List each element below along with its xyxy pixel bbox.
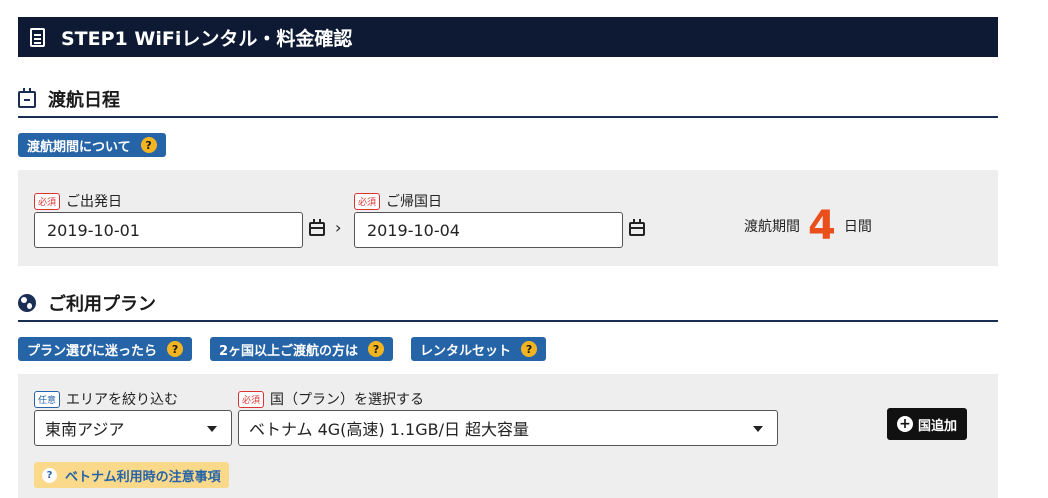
question-icon: ?: [140, 137, 157, 153]
arrow-right-icon: ›: [335, 218, 342, 237]
departure-label: 必須 ご出発日: [34, 191, 122, 211]
caret-down-icon: [753, 426, 763, 432]
plan-panel: 任意 エリアを絞り込む 東南アジア 必須 国（プラン）を選択する ベトナム 4G…: [18, 374, 998, 498]
calendar-icon: [18, 87, 36, 108]
return-calendar-icon[interactable]: [629, 219, 645, 236]
multi-country-button[interactable]: 2ヶ国以上ご渡航の方は?: [210, 337, 394, 361]
travel-duration: 渡航期間 4 日間: [744, 203, 872, 249]
rental-set-button[interactable]: レンタルセット?: [411, 337, 547, 361]
required-badge: 必須: [238, 390, 265, 408]
departure-calendar-icon[interactable]: [309, 219, 325, 236]
area-label: 任意 エリアを絞り込む: [34, 389, 178, 409]
country-label: 必須 国（プラン）を選択する: [238, 389, 424, 409]
required-badge: 必須: [354, 192, 381, 210]
plan-help-button[interactable]: プラン選びに迷ったら?: [18, 337, 193, 361]
vietnam-notice-link[interactable]: ? ベトナム利用時の注意事項: [34, 462, 229, 488]
return-label: 必須 ご帰国日: [354, 191, 442, 211]
caret-down-icon: [207, 426, 217, 432]
departure-date-input[interactable]: 2019-10-01: [34, 212, 303, 248]
step-title: STEP1 WiFiレンタル・料金確認: [61, 27, 353, 50]
date-panel: 必須 ご出発日 2019-10-01 › 必須 ご帰国日 2019-10-04 …: [18, 170, 998, 266]
add-country-button[interactable]: + 国追加: [887, 408, 968, 440]
area-select[interactable]: 東南アジア: [34, 410, 232, 446]
plan-section-title: ご利用プラン: [18, 292, 998, 322]
question-icon: ?: [167, 341, 184, 357]
period-info-button[interactable]: 渡航期間について?: [18, 133, 166, 157]
step-header: STEP1 WiFiレンタル・料金確認: [18, 17, 998, 57]
question-icon: ?: [42, 467, 57, 483]
duration-days: 4: [808, 203, 836, 249]
travel-section-title: 渡航日程: [18, 87, 998, 118]
optional-badge: 任意: [34, 390, 61, 408]
country-select[interactable]: ベトナム 4G(高速) 1.1GB/日 超大容量: [238, 410, 778, 446]
globe-icon: [18, 294, 36, 312]
required-badge: 必須: [34, 192, 61, 210]
question-icon: ?: [521, 341, 538, 357]
question-icon: ?: [368, 341, 385, 357]
document-icon: [30, 27, 45, 47]
return-date-input[interactable]: 2019-10-04: [354, 212, 623, 248]
plus-circle-icon: +: [897, 416, 913, 432]
